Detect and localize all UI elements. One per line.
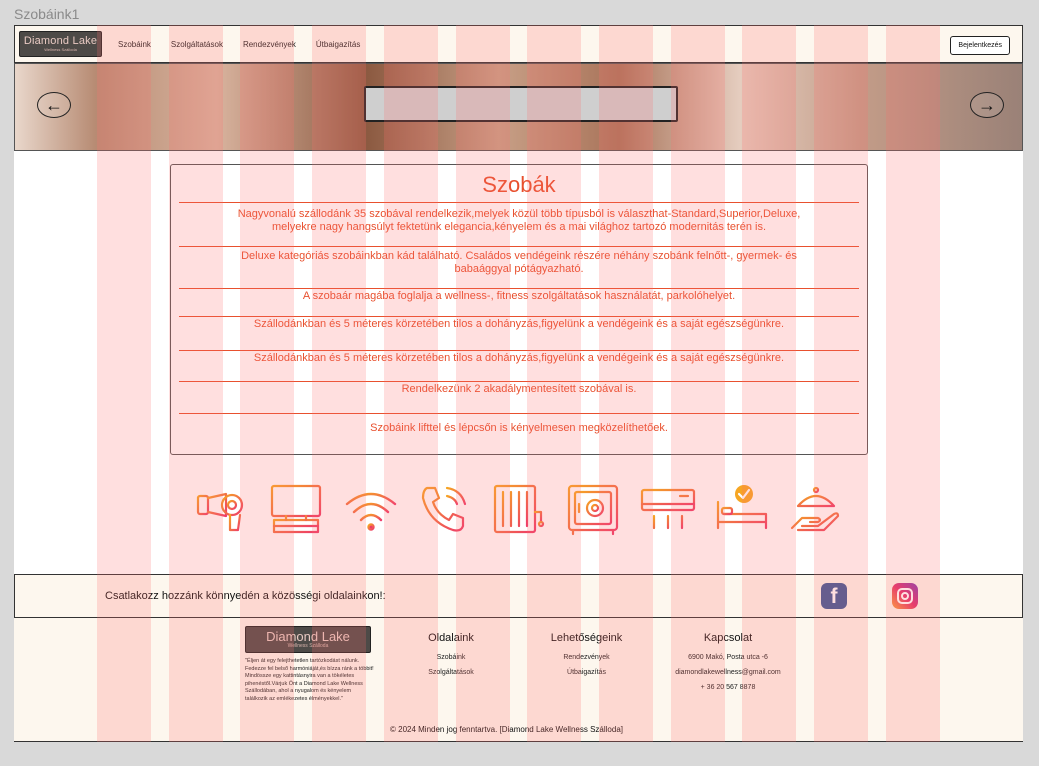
page-frame: Diamond Lake Wellness Szálloda Szobáink … [14, 25, 1023, 742]
footer-link-rendezvenyek[interactable]: Rendezvények [544, 654, 629, 661]
logo-text: Diamond Lake [23, 35, 98, 47]
footer-link-szolgaltatasok[interactable]: Szolgáltatások [416, 669, 486, 676]
footer-col-options: Lehetőségeink Rendezvények Útbaigazítás [544, 632, 629, 684]
contact-email[interactable]: diamondlakewellness@gmail.com [668, 669, 788, 676]
site-logo[interactable]: Diamond Lake Wellness Szálloda [19, 31, 102, 57]
login-button[interactable]: Bejelentkezés [950, 36, 1010, 55]
phone-icon [421, 486, 466, 532]
room-service-cloche-icon [790, 486, 840, 531]
hero-banner: ← → [14, 63, 1023, 151]
logo-subtext: Wellness Szálloda [44, 47, 77, 52]
arrow-left-icon[interactable]: ← [37, 92, 71, 118]
social-strip: Csatlakozz hozzánk könnyedén a közösségi… [14, 574, 1023, 618]
amenities-row [194, 481, 844, 536]
rooms-info-text: Szállodánkban és 5 méteres körzetében ti… [253, 318, 785, 330]
air-conditioner-icon [640, 488, 695, 529]
nav-links: Szobáink Szolgáltatások Rendezvények Útb… [118, 40, 380, 49]
rooms-info-text: Deluxe kategóriás szobáinkban kád találh… [241, 250, 797, 275]
frame-title: Szobáink1 [14, 6, 80, 22]
footer-col-pages: Oldalaink Szobáink Szolgáltatások [416, 632, 486, 684]
footer-col-contact: Kapcsolat 6900 Makó, Posta utca -6 diamo… [668, 632, 788, 699]
copyright: © 2024 Minden jog fenntartva. [Diamond L… [390, 725, 623, 734]
room-service-bed-icon [716, 484, 767, 529]
nav-link-szolgaltatasok[interactable]: Szolgáltatások [171, 40, 223, 49]
wifi-icon [345, 492, 396, 531]
rooms-info-text: Szobáink lifttel és lépcsőn is kényelmes… [370, 422, 668, 434]
social-text: Csatlakozz hozzánk könnyedén a közösségi… [105, 590, 386, 602]
rooms-info-row: Rendelkezünk 2 akadálymentesített szobáv… [179, 381, 859, 413]
footer-description: "Éljen át egy felejthetetlen tartózkodás… [245, 658, 374, 702]
rooms-info-text: Szállodánkban és 5 méteres körzetében ti… [253, 352, 785, 364]
footer-link-utbaigazitas[interactable]: Útbaigazítás [544, 669, 629, 676]
footer-logo-text: Diamond Lake [266, 629, 350, 644]
nav-link-rendezvenyek[interactable]: Rendezvények [243, 40, 296, 49]
rooms-info-text: Nagyvonalú szállodánk 35 szobával rendel… [237, 208, 801, 233]
arrow-right-icon[interactable]: → [970, 92, 1004, 118]
contact-address: 6900 Makó, Posta utca -6 [688, 654, 768, 661]
footer-col-title: Lehetőségeink [550, 632, 623, 644]
navbar: Diamond Lake Wellness Szálloda Szobáink … [14, 25, 1023, 63]
minibar-icon [493, 484, 545, 533]
hair-dryer-icon [196, 492, 244, 531]
rooms-info-row: Szállodánkban és 5 méteres körzetében ti… [179, 316, 859, 350]
footer-link-szobaink[interactable]: Szobáink [416, 654, 486, 661]
footer-col-title: Kapcsolat [703, 632, 753, 644]
contact-phone[interactable]: + 36 20 567 8878 [668, 684, 788, 691]
footer-logo-subtext: Wellness Szálloda [287, 643, 329, 649]
rooms-info-text: A szobaár magába foglalja a wellness-, f… [302, 290, 736, 302]
facebook-icon[interactable]: f [821, 583, 847, 609]
rooms-info-row: Szállodánkban és 5 méteres körzetében ti… [179, 350, 859, 381]
instagram-icon[interactable] [892, 583, 918, 609]
footer-col-title: Oldalaink [428, 632, 474, 644]
nav-link-szobaink[interactable]: Szobáink [118, 40, 151, 49]
footer-logo[interactable]: Diamond Lake Wellness Szálloda [245, 626, 371, 653]
rooms-info-row: Deluxe kategóriás szobáinkban kád találh… [179, 246, 859, 288]
rooms-info-text: Rendelkezünk 2 akadálymentesített szobáv… [401, 383, 637, 395]
rooms-card: Szobák Nagyvonalú szállodánk 35 szobával… [170, 164, 868, 455]
safe-icon [568, 484, 619, 535]
nav-link-utbaigazitas[interactable]: Útbaigazítás [316, 40, 360, 49]
rooms-title: Szobák [482, 172, 556, 197]
rooms-info-row: Szobáink lifttel és lépcsőn is kényelmes… [179, 413, 859, 443]
rooms-info-row: Nagyvonalú szállodánk 35 szobával rendel… [179, 202, 859, 246]
hero-caption-box [364, 86, 678, 122]
rooms-info-row: A szobaár magába foglalja a wellness-, f… [179, 288, 859, 316]
tv-icon [271, 484, 322, 533]
footer: Diamond Lake Wellness Szálloda "Éljen át… [14, 618, 1023, 742]
